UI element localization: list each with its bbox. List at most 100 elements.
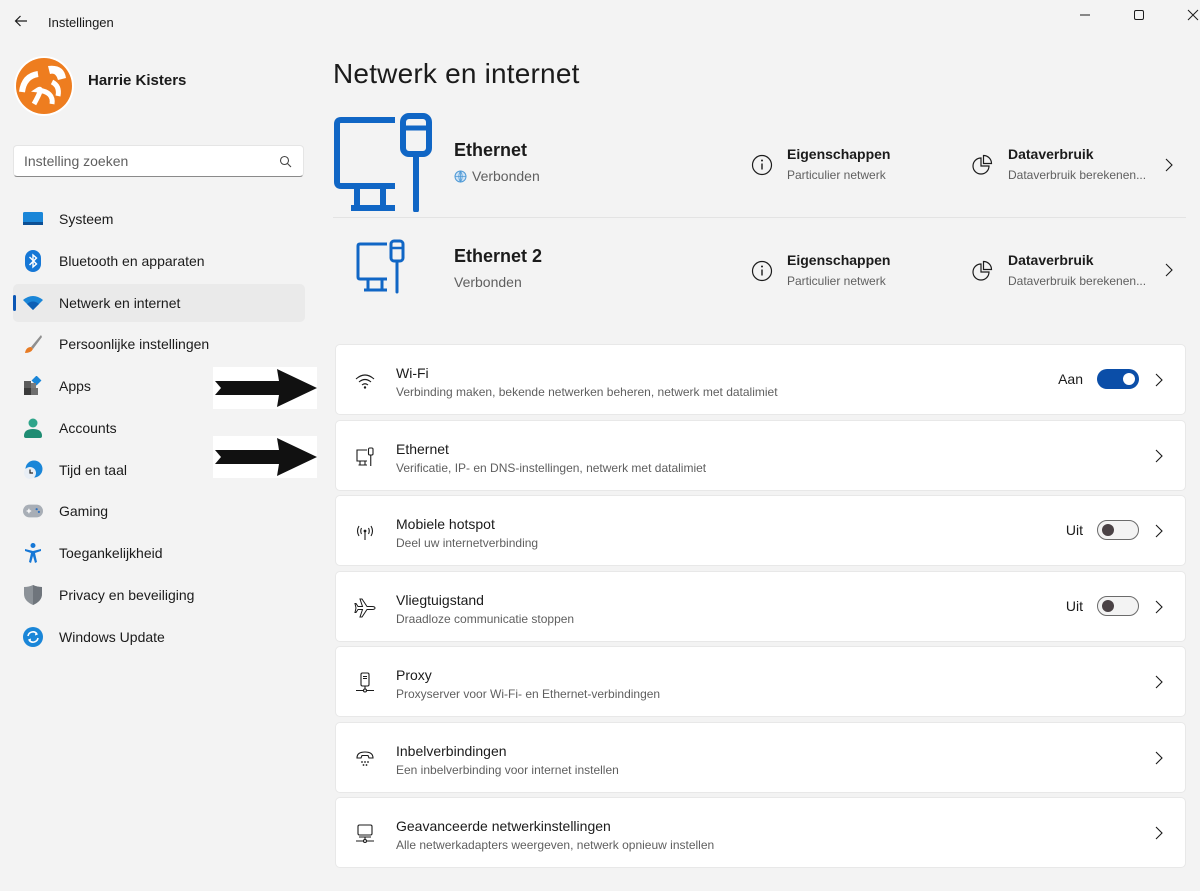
pie-chart-icon [972,260,993,281]
usage-title: Dataverbruik [1008,252,1094,268]
pie-chart-icon [972,154,993,175]
avatar[interactable] [14,56,74,116]
card-subtitle: Proxyserver voor Wi-Fi- en Ethernet-verb… [396,687,661,701]
card-title: Geavanceerde netwerkinstellingen [396,818,611,834]
toggle-knob [1102,599,1114,612]
search-icon[interactable] [277,153,293,169]
connection-name: Ethernet 2 [454,246,543,266]
chevron-right-icon[interactable] [1161,262,1177,278]
sidebar-item-label: Apps [59,378,91,394]
shield-icon [23,584,43,605]
sidebar-item-privacy[interactable]: Privacy en beveiliging [13,576,305,614]
sidebar-item-label: Accounts [59,419,117,436]
connection-status: Verbonden [454,274,522,290]
sidebar-item-label: Privacy en beveiliging [59,586,195,603]
airplane-icon [354,597,376,619]
card-subtitle: Draadloze communicatie stoppen [396,611,575,626]
card-subtitle: Alle netwerkadapters weergeven, netwerk … [396,838,715,852]
person-icon [23,418,43,438]
card-wifi[interactable]: Wi-Fi Verbinding maken, bekende netwerke… [335,344,1186,415]
sidebar-item-bluetooth[interactable]: Bluetooth en apparaten [13,242,305,280]
sidebar-item-persoonlijk[interactable]: Persoonlijke instellingen [13,325,305,363]
toggle-label: Aan [1058,371,1083,387]
back-button[interactable] [10,10,32,32]
ethernet-large-icon [334,113,432,212]
title-bar: Instellingen [0,0,1200,44]
monitor-icon [23,209,43,229]
toggle-knob [1102,524,1114,536]
sidebar-item-label: Systeem [59,211,114,227]
properties-subtitle: Particulier netwerk [787,168,886,182]
hotspot-toggle-group: Uit [1066,520,1139,540]
connection-status-text: Verbonden [472,168,540,184]
ethernet-icon [356,239,405,294]
connection-status: Verbonden [454,168,540,184]
card-ethernet[interactable]: Ethernet Verificatie, IP- en DNS-instell… [335,419,1186,491]
maximize-button[interactable] [1116,0,1162,30]
card-dialup[interactable]: Inbelverbindingen Een inbelverbinding vo… [335,721,1186,793]
card-mobile-hotspot[interactable]: Mobiele hotspot Deel uw internetverbindi… [335,495,1186,566]
toggle-label: Uit [1065,597,1083,614]
usage-subtitle: Dataverbruik berekenen... [1008,274,1147,288]
paintbrush-icon [23,334,43,354]
properties-title: Eigenschappen [787,146,891,162]
card-title: Proxy [396,667,432,683]
sidebar-nav: Systeem Bluetooth en apparaten Netwerk e… [13,200,305,659]
close-icon [1187,9,1199,21]
sidebar-item-systeem[interactable]: Systeem [13,200,305,238]
sidebar-item-windows-update[interactable]: Windows Update [13,618,305,656]
connection-status-text: Verbonden [454,274,522,290]
gamepad-icon [23,501,43,521]
sidebar-item-label: Toegankelijkheid [59,545,163,561]
hotspot-toggle[interactable] [1097,520,1139,540]
annotation-arrow-icon [213,367,317,409]
card-title: Ethernet [396,440,449,457]
close-button[interactable] [1170,0,1200,30]
wifi-toggle-group: Aan [1058,369,1139,389]
card-subtitle: Verificatie, IP- en DNS-instellingen, ne… [396,460,707,475]
connection-ethernet: Ethernet Verbonden Eigenschappen Particu… [333,108,1186,218]
sidebar-item-label: Persoonlijke instellingen [59,336,210,353]
chevron-right-icon [1155,373,1163,387]
sidebar-item-netwerk[interactable]: Netwerk en internet [13,283,305,322]
app-title: Instellingen [48,15,114,30]
arrow-left-icon [14,15,27,27]
annotation-arrow-icon [213,436,317,478]
chevron-right-icon [1155,449,1163,462]
properties-title: Eigenschappen [787,252,891,268]
clock-globe-icon [23,460,43,480]
search-box[interactable] [13,145,304,177]
card-proxy[interactable]: Proxy Proxyserver voor Wi-Fi- en Etherne… [335,646,1186,717]
toggle-label: Uit [1065,522,1083,538]
card-advanced-network[interactable]: Geavanceerde netwerkinstellingen Alle ne… [335,797,1186,868]
network-adapter-icon [354,823,376,845]
user-name: Harrie Kisters [88,72,187,89]
apps-icon [23,376,43,396]
card-airplane-mode[interactable]: Vliegtuigstand Draadloze communicatie st… [335,570,1186,642]
info-icon [751,154,773,176]
wifi-icon [354,370,376,392]
usage-title: Dataverbruik [1008,146,1094,162]
page-title: Netwerk en internet [333,58,580,89]
wifi-toggle[interactable] [1097,369,1139,389]
sidebar-item-label: Windows Update [59,628,165,645]
card-subtitle: Deel uw internetverbinding [396,536,539,550]
connection-name: Ethernet [454,140,528,160]
sidebar-item-label: Tijd en taal [59,461,127,478]
chevron-right-icon [1155,675,1163,689]
airplane-mode-toggle[interactable] [1097,595,1139,616]
maximize-icon [1134,10,1144,20]
sidebar-item-gaming[interactable]: Gaming [13,492,305,530]
chevron-right-icon[interactable] [1161,157,1177,173]
accessibility-icon [23,543,43,563]
sidebar-item-toegankelijkheid[interactable]: Toegankelijkheid [13,534,305,572]
search-input[interactable] [24,153,277,169]
card-title: Vliegtuigstand [396,591,484,608]
bluetooth-icon [23,249,43,272]
card-subtitle: Verbinding maken, bekende netwerken behe… [396,385,778,399]
minimize-button[interactable] [1062,0,1108,30]
wifi-icon [23,293,43,313]
card-title: Wi-Fi [396,365,429,381]
proxy-icon [354,672,376,694]
card-subtitle: Een inbelverbinding voor internet instel… [396,762,619,777]
